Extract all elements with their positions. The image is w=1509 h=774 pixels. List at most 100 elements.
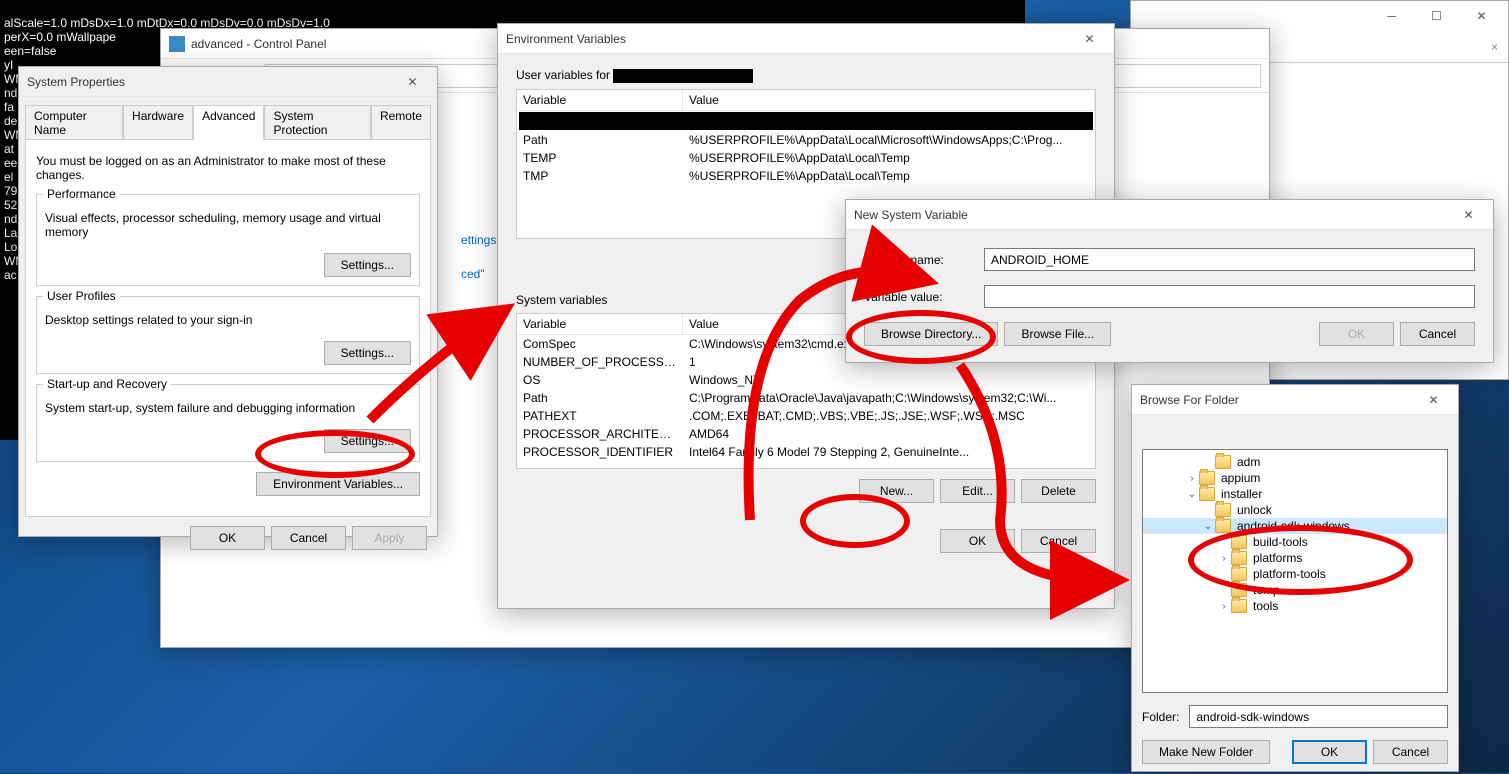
tree-item-label: platforms — [1253, 551, 1302, 565]
folder-icon — [1199, 471, 1215, 485]
folder-icon — [1215, 455, 1231, 469]
cancel-button[interactable]: Cancel — [1400, 322, 1475, 346]
redacted-username — [613, 69, 753, 83]
tree-item[interactable]: build-tools — [1143, 534, 1447, 550]
column-header-value[interactable]: Value — [683, 90, 1095, 110]
close-icon[interactable]: × — [1491, 40, 1498, 54]
table-row-redacted[interactable] — [519, 112, 1093, 130]
cancel-button[interactable]: Cancel — [271, 526, 346, 550]
tree-item-label: appium — [1221, 471, 1260, 485]
folder-icon — [1231, 535, 1247, 549]
tree-item[interactable]: ⌄ installer — [1143, 486, 1447, 502]
make-new-folder-button[interactable]: Make New Folder — [1142, 740, 1270, 764]
tree-item-label: installer — [1221, 487, 1262, 501]
folder-icon — [1215, 503, 1231, 517]
close-icon[interactable]: ✕ — [1411, 386, 1456, 414]
minimize-button[interactable]: ─ — [1369, 2, 1414, 30]
tree-item[interactable]: adm — [1143, 454, 1447, 470]
folder-icon — [1215, 519, 1231, 533]
folder-label: Folder: — [1142, 710, 1179, 724]
column-header-variable[interactable]: Variable — [517, 90, 683, 110]
tree-item[interactable]: › tools — [1143, 598, 1447, 614]
tab-system-protection[interactable]: System Protection — [264, 105, 371, 140]
ok-button[interactable]: OK — [190, 526, 265, 550]
table-row[interactable]: PathC:\ProgramData\Oracle\Java\javapath;… — [517, 389, 1095, 407]
tree-item[interactable]: platform-tools — [1143, 566, 1447, 582]
chevron-icon[interactable]: › — [1185, 473, 1199, 484]
control-panel-icon — [169, 36, 185, 52]
user-variables-label: User variables for — [516, 68, 1096, 83]
tree-item-label: build-tools — [1253, 535, 1308, 549]
group-desc: Desktop settings related to your sign-in — [45, 313, 411, 327]
folder-tree[interactable]: adm › appium ⌄ installer unlock ⌄ android-sdk-w… — [1142, 449, 1448, 693]
browse-file-button[interactable]: Browse File... — [1004, 322, 1111, 346]
folder-icon — [1231, 567, 1247, 581]
cancel-button[interactable]: Cancel — [1373, 740, 1448, 764]
chevron-icon[interactable]: ⌄ — [1185, 489, 1199, 500]
variable-name-label: Variable name: — [864, 253, 984, 267]
close-icon[interactable]: ✕ — [1446, 201, 1491, 229]
chevron-icon[interactable]: › — [1217, 553, 1231, 564]
tree-item[interactable]: unlock — [1143, 502, 1447, 518]
table-row[interactable]: PATHEXT.COM;.EXE;.BAT;.CMD;.VBS;.VBE;.JS… — [517, 407, 1095, 425]
dialog-title: New System Variable — [854, 208, 1446, 222]
apply-button[interactable]: Apply — [352, 526, 427, 550]
folder-icon — [1231, 599, 1247, 613]
table-row[interactable]: PROCESSOR_IDENTIFIERIntel64 Family 6 Mod… — [517, 443, 1095, 461]
column-header-variable[interactable]: Variable — [517, 314, 683, 334]
tree-item-label: platform-tools — [1253, 567, 1326, 581]
variable-value-label: Variable value: — [864, 290, 984, 304]
close-button[interactable]: ✕ — [1459, 2, 1504, 30]
tree-item[interactable]: ⌄ android-sdk-windows — [1143, 518, 1447, 534]
performance-group: Performance Visual effects, processor sc… — [36, 194, 420, 286]
group-legend: Performance — [43, 187, 120, 201]
tree-item[interactable]: › appium — [1143, 470, 1447, 486]
group-legend: Start-up and Recovery — [43, 377, 171, 391]
close-icon[interactable]: ✕ — [390, 68, 435, 96]
startup-settings-button[interactable]: Settings... — [324, 429, 411, 453]
ok-button[interactable]: OK — [1319, 322, 1394, 346]
tree-item-label: tools — [1253, 599, 1278, 613]
ok-button[interactable]: OK — [940, 529, 1015, 553]
tab-computer-name[interactable]: Computer Name — [25, 105, 123, 140]
browse-for-folder-dialog: Browse For Folder ✕ adm›appium⌄installer… — [1131, 384, 1459, 772]
tree-item-label: temp — [1253, 583, 1280, 597]
performance-settings-button[interactable]: Settings... — [324, 253, 411, 277]
folder-input[interactable] — [1189, 705, 1448, 728]
environment-variables-button[interactable]: Environment Variables... — [256, 472, 420, 496]
table-row[interactable]: PROCESSOR_ARCHITECTUREAMD64 — [517, 425, 1095, 443]
ok-button[interactable]: OK — [1292, 740, 1367, 764]
table-row[interactable]: TEMP%USERPROFILE%\AppData\Local\Temp — [517, 149, 1095, 167]
tree-item[interactable]: temp — [1143, 582, 1447, 598]
folder-icon — [1231, 551, 1247, 565]
tab-remote[interactable]: Remote — [371, 105, 431, 140]
tab-strip: Computer NameHardwareAdvancedSystem Prot… — [19, 97, 437, 140]
system-properties-dialog: System Properties ✕ Computer NameHardwar… — [18, 66, 438, 537]
chevron-icon[interactable]: › — [1217, 601, 1231, 612]
cancel-button[interactable]: Cancel — [1021, 529, 1096, 553]
browse-directory-button[interactable]: Browse Directory... — [864, 322, 998, 346]
group-legend: User Profiles — [43, 289, 120, 303]
chevron-icon[interactable]: ⌄ — [1201, 521, 1215, 532]
table-row[interactable]: TMP%USERPROFILE%\AppData\Local\Temp — [517, 167, 1095, 185]
group-desc: System start-up, system failure and debu… — [45, 401, 411, 415]
tree-item[interactable]: › platforms — [1143, 550, 1447, 566]
tree-item-label: android-sdk-windows — [1237, 519, 1350, 533]
maximize-button[interactable]: ☐ — [1414, 2, 1459, 30]
system-edit-button[interactable]: Edit... — [940, 479, 1015, 503]
system-new-button[interactable]: New... — [859, 479, 934, 503]
table-row[interactable]: Path%USERPROFILE%\AppData\Local\Microsof… — [517, 131, 1095, 149]
user-profiles-settings-button[interactable]: Settings... — [324, 341, 411, 365]
close-icon[interactable]: ✕ — [1067, 25, 1112, 53]
system-delete-button[interactable]: Delete — [1021, 479, 1096, 503]
dialog-title: Environment Variables — [506, 32, 1067, 46]
variable-name-input[interactable] — [984, 248, 1475, 271]
dialog-title: System Properties — [27, 75, 390, 89]
new-system-variable-dialog: New System Variable ✕ Variable name: Var… — [845, 199, 1494, 363]
folder-icon — [1199, 487, 1215, 501]
table-row[interactable]: OSWindows_NT — [517, 371, 1095, 389]
tab-hardware[interactable]: Hardware — [123, 105, 193, 140]
tree-item-label: unlock — [1237, 503, 1272, 517]
tab-advanced[interactable]: Advanced — [193, 105, 264, 140]
variable-value-input[interactable] — [984, 285, 1475, 308]
